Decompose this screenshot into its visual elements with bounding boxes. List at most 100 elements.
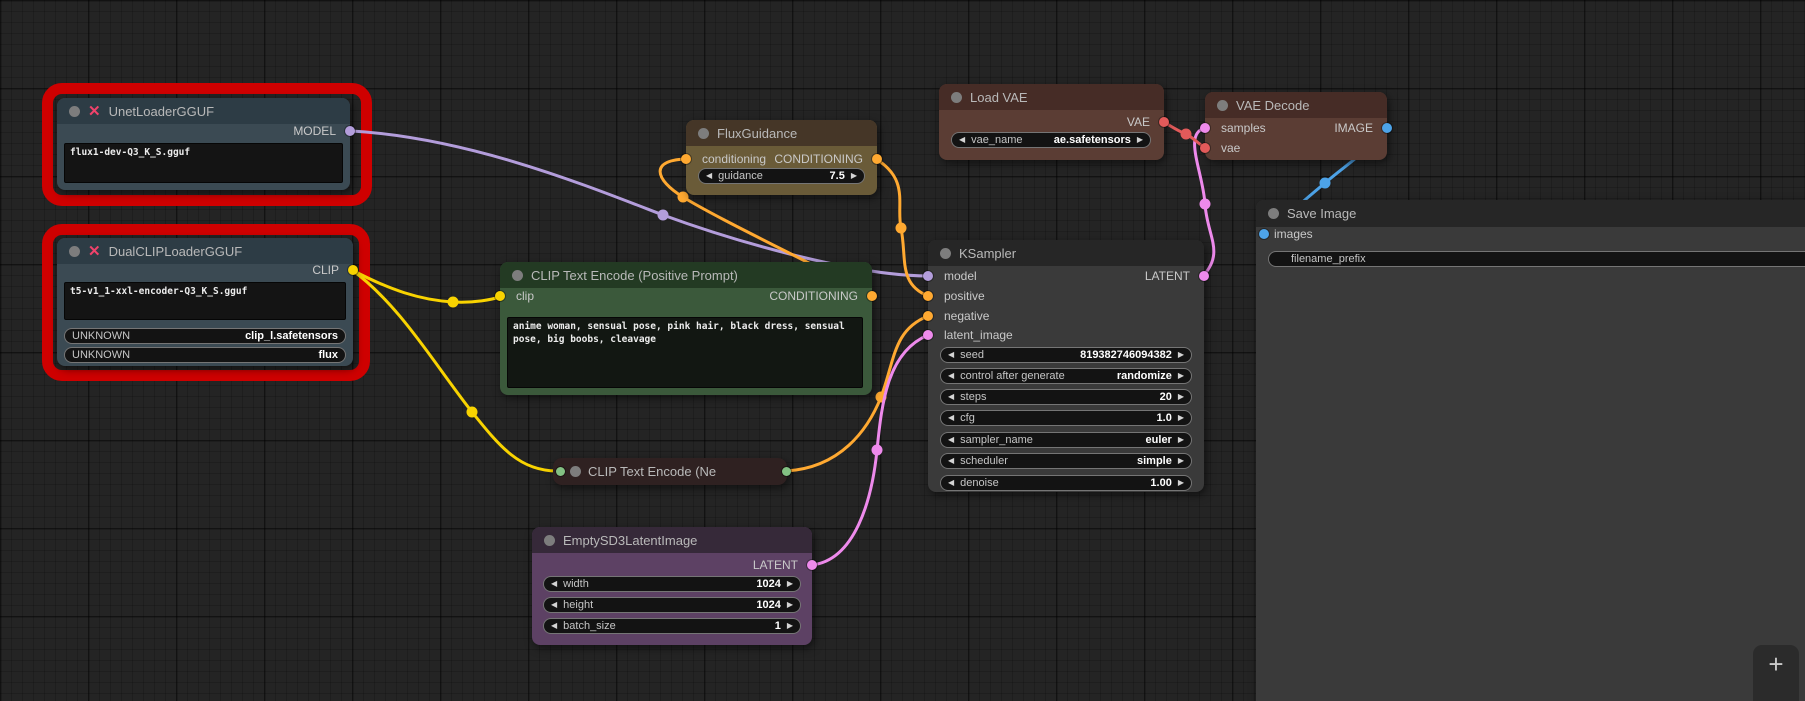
node-title: FluxGuidance	[717, 125, 798, 141]
widget-width[interactable]: ◀ width 1024 ▶	[543, 576, 801, 592]
widget-filename-prefix[interactable]: filename_prefix	[1268, 251, 1805, 267]
increment-arrow-icon[interactable]: ▶	[1178, 457, 1184, 465]
output-port-latent[interactable]	[1199, 271, 1209, 281]
node-cliptextencode-positive[interactable]: CLIP Text Encode (Positive Prompt) clip …	[495, 262, 877, 395]
link-dot-positive-conditioning	[677, 191, 689, 203]
decrement-arrow-icon[interactable]: ◀	[551, 601, 557, 609]
collapse-toggle[interactable]	[1217, 99, 1228, 111]
output-port-conditioning[interactable]	[872, 154, 882, 164]
collapse-toggle[interactable]	[69, 245, 80, 257]
increment-arrow-icon[interactable]: ▶	[1178, 414, 1184, 422]
node-titlebar[interactable]: ✕ UnetLoaderGGUF	[57, 98, 350, 124]
decrement-arrow-icon[interactable]: ◀	[551, 580, 557, 588]
widget-label: steps	[960, 391, 987, 403]
increment-arrow-icon[interactable]: ▶	[787, 622, 793, 630]
widget-cfg[interactable]: ◀ cfg 1.0 ▶	[940, 410, 1192, 426]
widget-height[interactable]: ◀ height 1024 ▶	[543, 597, 801, 613]
input-port-positive[interactable]	[923, 291, 933, 301]
output-port-vae[interactable]	[1159, 117, 1169, 127]
widget-batch-size[interactable]: ◀ batch_size 1 ▶	[543, 618, 801, 634]
node-titlebar[interactable]: Load VAE	[939, 84, 1164, 110]
decrement-arrow-icon[interactable]: ◀	[706, 172, 712, 180]
widget-steps[interactable]: ◀ steps 20 ▶	[940, 389, 1192, 405]
clip-name-field[interactable]: t5-v1_1-xxl-encoder-Q3_K_S.gguf	[64, 282, 346, 320]
increment-arrow-icon[interactable]: ▶	[1178, 479, 1184, 487]
input-port-clip[interactable]	[495, 291, 505, 301]
prompt-text-field[interactable]: anime woman, sensual pose, pink hair, bl…	[507, 317, 863, 388]
widget-vae-name[interactable]: ◀ vae_name ae.safetensors ▶	[951, 132, 1151, 148]
node-loadvae[interactable]: Load VAE VAE ◀ vae_name ae.safetensors ▶	[939, 84, 1169, 160]
zoom-in-button[interactable]: +	[1768, 645, 1783, 683]
node-titlebar[interactable]: EmptySD3LatentImage	[532, 527, 812, 553]
collapse-toggle[interactable]	[940, 247, 951, 259]
node-titlebar[interactable]: FluxGuidance	[686, 120, 877, 146]
decrement-arrow-icon[interactable]: ◀	[959, 136, 965, 144]
output-port-latent[interactable]	[807, 560, 817, 570]
input-port-negative[interactable]	[923, 311, 933, 321]
collapse-toggle[interactable]	[1268, 208, 1279, 219]
input-port-samples[interactable]	[1200, 123, 1210, 133]
widget-seed[interactable]: ◀ seed 819382746094382 ▶	[940, 347, 1192, 363]
output-port-clip[interactable]	[348, 265, 358, 275]
collapse-toggle[interactable]	[698, 127, 709, 139]
increment-arrow-icon[interactable]: ▶	[1137, 136, 1143, 144]
node-canvas[interactable]: ✕ UnetLoaderGGUF MODEL flux1-dev-Q3_K_S.…	[0, 0, 1805, 701]
decrement-arrow-icon[interactable]: ◀	[948, 414, 954, 422]
increment-arrow-icon[interactable]: ▶	[1178, 372, 1184, 380]
decrement-arrow-icon[interactable]: ◀	[948, 393, 954, 401]
zoom-out-button[interactable]: −	[1768, 683, 1783, 701]
node-title: UnetLoaderGGUF	[108, 103, 215, 119]
input-port-model[interactable]	[923, 271, 933, 281]
collapse-toggle[interactable]	[951, 91, 962, 103]
node-vaedecode[interactable]: VAE Decode samples vae IMAGE	[1200, 92, 1392, 160]
node-titlebar[interactable]: KSampler	[928, 240, 1204, 266]
unet-name-field[interactable]: flux1-dev-Q3_K_S.gguf	[64, 143, 343, 183]
increment-arrow-icon[interactable]: ▶	[1178, 393, 1184, 401]
node-titlebar[interactable]: CLIP Text Encode (Positive Prompt)	[500, 262, 872, 288]
collapse-toggle[interactable]	[570, 466, 581, 477]
node-saveimage[interactable]: Save Image images filename_prefix	[1256, 200, 1805, 701]
collapse-toggle[interactable]	[69, 105, 80, 117]
increment-arrow-icon[interactable]: ▶	[851, 172, 857, 180]
input-port-vae[interactable]	[1200, 143, 1210, 153]
node-ksampler[interactable]: KSampler model positive negative latent_…	[923, 240, 1209, 492]
widget-guidance[interactable]: ◀ guidance 7.5 ▶	[698, 168, 865, 184]
node-titlebar[interactable]: ✕ DualCLIPLoaderGGUF	[57, 238, 353, 264]
widget-control-after-generate[interactable]: ◀ control after generate randomize ▶	[940, 368, 1192, 384]
increment-arrow-icon[interactable]: ▶	[1178, 351, 1184, 359]
input-port-latent-image[interactable]	[923, 330, 933, 340]
widget-type[interactable]: UNKNOWN flux	[64, 347, 346, 363]
decrement-arrow-icon[interactable]: ◀	[948, 351, 954, 359]
output-port-conditioning[interactable]	[867, 291, 877, 301]
input-port-images[interactable]	[1259, 229, 1269, 239]
increment-arrow-icon[interactable]: ▶	[787, 580, 793, 588]
output-port-model[interactable]	[345, 126, 355, 136]
increment-arrow-icon[interactable]: ▶	[1178, 436, 1184, 444]
node-dualcliploadergguf[interactable]: ✕ DualCLIPLoaderGGUF CLIP t5-v1_1-xxl-en…	[57, 238, 358, 366]
decrement-arrow-icon[interactable]: ◀	[948, 372, 954, 380]
zoom-controls[interactable]: + −	[1753, 645, 1799, 701]
output-port-image[interactable]	[1382, 123, 1392, 133]
decrement-arrow-icon[interactable]: ◀	[551, 622, 557, 630]
increment-arrow-icon[interactable]: ▶	[787, 601, 793, 609]
decrement-arrow-icon[interactable]: ◀	[948, 457, 954, 465]
node-fluxguidance[interactable]: FluxGuidance conditioning CONDITIONING ◀…	[681, 120, 882, 195]
decrement-arrow-icon[interactable]: ◀	[948, 436, 954, 444]
widget-sampler-name[interactable]: ◀ sampler_name euler ▶	[940, 432, 1192, 448]
node-emptysd3latentimage[interactable]: EmptySD3LatentImage LATENT ◀ width 1024 …	[532, 527, 817, 645]
node-unetloadergguf[interactable]: ✕ UnetLoaderGGUF MODEL flux1-dev-Q3_K_S.…	[57, 98, 355, 190]
decrement-arrow-icon[interactable]: ◀	[948, 479, 954, 487]
node-cliptextencode-negative-collapsed[interactable]: CLIP Text Encode (Ne	[553, 458, 791, 485]
collapsed-input-port[interactable]	[556, 467, 565, 476]
collapse-toggle[interactable]	[544, 534, 555, 546]
widget-clip-name2[interactable]: UNKNOWN clip_l.safetensors	[64, 328, 346, 344]
widget-denoise[interactable]: ◀ denoise 1.00 ▶	[940, 475, 1192, 491]
widget-scheduler[interactable]: ◀ scheduler simple ▶	[940, 453, 1192, 469]
collapsed-output-port[interactable]	[782, 467, 791, 476]
node-title: CLIP Text Encode (Positive Prompt)	[531, 267, 738, 283]
node-titlebar[interactable]: VAE Decode	[1205, 92, 1387, 118]
collapse-toggle[interactable]	[512, 269, 523, 281]
widget-label: control after generate	[960, 370, 1065, 382]
node-titlebar[interactable]: Save Image	[1256, 200, 1805, 227]
input-port-conditioning[interactable]	[681, 154, 691, 164]
